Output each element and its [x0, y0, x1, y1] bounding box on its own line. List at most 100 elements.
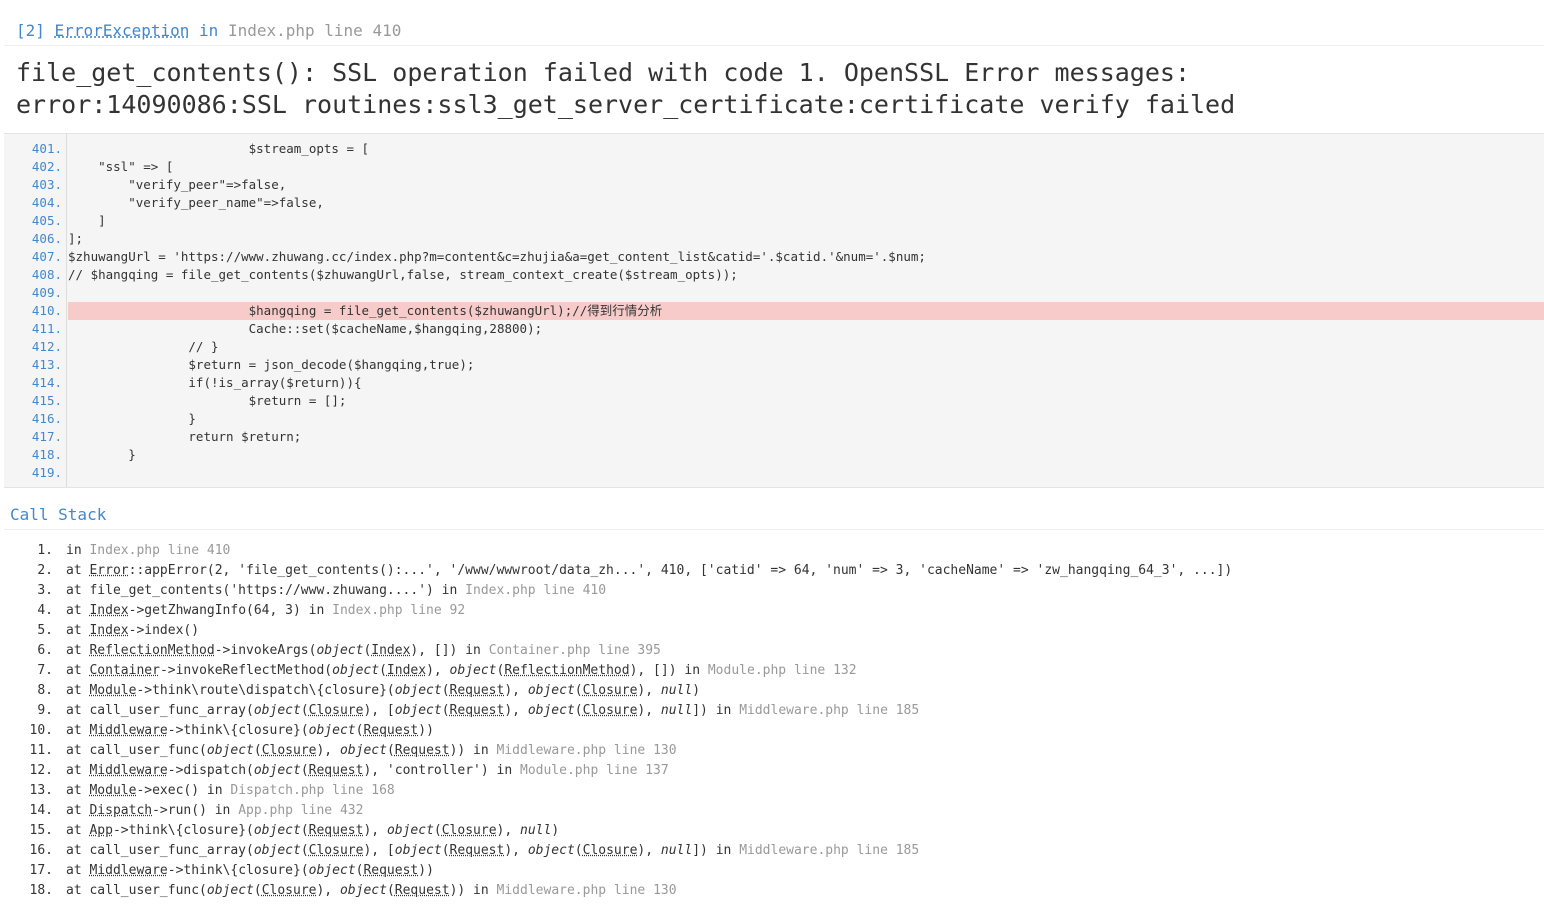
- source-line: 413. $return = json_decode($hangqing,tru…: [4, 356, 1544, 374]
- code-text: // $hangqing = file_get_contents($zhuwan…: [68, 267, 738, 282]
- source-line: 418. }: [4, 446, 1544, 464]
- source-line: 411. Cache::set($cacheName,$hangqing,288…: [4, 320, 1544, 338]
- code-text: $hangqing = file_get_contents($zhuwangUr…: [68, 302, 1544, 320]
- call-stack-text: at call_user_func(object(Closure), objec…: [66, 883, 677, 898]
- line-number: 415.: [31, 393, 62, 408]
- line-number: 414.: [31, 375, 62, 390]
- code-text: return $return;: [68, 429, 302, 444]
- call-stack-text: at call_user_func_array(object(Closure),…: [66, 843, 920, 858]
- line-number: 403.: [31, 177, 62, 192]
- source-line: 415. $return = [];: [4, 392, 1544, 410]
- line-number: 417.: [31, 429, 62, 444]
- call-stack-number: 7.: [37, 663, 53, 678]
- error-message: file_get_contents(): SSL operation faile…: [4, 48, 1544, 134]
- source-line: 401. $stream_opts = [: [4, 140, 1544, 158]
- call-stack-location: Container.php line 395: [488, 643, 661, 658]
- exception-class-link[interactable]: ErrorException: [55, 21, 190, 40]
- line-number: 412.: [31, 339, 62, 354]
- call-stack-number: 16.: [29, 843, 53, 858]
- call-stack-text: at Middleware->dispatch(object(Request),…: [66, 763, 669, 778]
- call-stack-location: Middleware.php line 130: [496, 883, 677, 898]
- call-stack-text: at App->think\{closure}(object(Request),…: [66, 823, 560, 838]
- code-text: $return = json_decode($hangqing,true);: [68, 357, 475, 372]
- call-stack-number: 13.: [29, 783, 53, 798]
- call-stack-text: at Middleware->think\{closure}(object(Re…: [66, 723, 434, 738]
- line-number: 416.: [31, 411, 62, 426]
- call-stack-location: Dispatch.php line 168: [230, 783, 395, 798]
- code-text: $stream_opts = [: [68, 141, 370, 156]
- exception-header: [2] ErrorException in Index.php line 410: [4, 16, 1544, 46]
- code-text: ];: [68, 231, 84, 246]
- exception-line: [2] ErrorException in Index.php line 410: [16, 21, 401, 41]
- call-stack-number: 5.: [37, 623, 53, 638]
- call-stack-class[interactable]: Module: [89, 783, 136, 798]
- source-line: 403. "verify_peer"=>false,: [4, 176, 1544, 194]
- line-number: 406.: [31, 231, 62, 246]
- code-text: Cache::set($cacheName,$hangqing,28800);: [68, 321, 543, 336]
- call-stack-class[interactable]: Container: [89, 663, 159, 678]
- call-stack-class[interactable]: Middleware: [89, 863, 167, 878]
- exception-in-label: in: [199, 21, 219, 40]
- call-stack-item: 6. at ReflectionMethod->invokeArgs(object…: [0, 641, 1544, 661]
- call-stack-item: 8. at Module->think\route\dispatch\{closu…: [0, 681, 1544, 701]
- source-line: 407. $zhuwangUrl = 'https://www.zhuwang.c…: [4, 248, 1544, 266]
- call-stack-class[interactable]: ReflectionMethod: [89, 643, 214, 658]
- line-number: 401.: [31, 141, 62, 156]
- call-stack-number: 17.: [29, 863, 53, 878]
- call-stack-location: Middleware.php line 185: [739, 843, 920, 858]
- line-number: 407.: [31, 249, 62, 264]
- call-stack-number: 18.: [29, 883, 53, 898]
- call-stack-number: 11.: [29, 743, 53, 758]
- call-stack-class[interactable]: Middleware: [89, 723, 167, 738]
- call-stack-item: 10. at Middleware->think\{closure}(object…: [0, 721, 1544, 741]
- call-stack-item: 3. at file_get_contents('https://www.zhuw…: [0, 581, 1544, 601]
- source-code-panel: 401. $stream_opts = [402. "ssl" => [403.…: [4, 134, 1544, 488]
- call-stack-title: Call Stack: [10, 505, 107, 524]
- call-stack-item: 11. at call_user_func(object(Closure), ob…: [0, 741, 1544, 761]
- call-stack-item: 2. at Error::appError(2, 'file_get_conten…: [0, 561, 1544, 581]
- source-line: 408. // $hangqing = file_get_contents($zh…: [4, 266, 1544, 284]
- call-stack-item: 4. at Index->getZhwangInfo(64, 3) in Inde…: [0, 601, 1544, 621]
- code-text: $zhuwangUrl = 'https://www.zhuwang.cc/in…: [68, 249, 926, 264]
- call-stack-item: 12. at Middleware->dispatch(object(Reques…: [0, 761, 1544, 781]
- exception-index: [2]: [16, 21, 45, 40]
- source-line: 406.];: [4, 230, 1544, 248]
- call-stack-text: at Dispatch->run() in App.php line 432: [66, 803, 364, 818]
- call-stack-number: 12.: [29, 763, 53, 778]
- call-stack-item: 14. at Dispatch->run() in App.php line 43…: [0, 801, 1544, 821]
- call-stack-location: Index.php line 410: [89, 543, 231, 558]
- call-stack-class[interactable]: Error: [89, 563, 128, 578]
- line-number: 404.: [31, 195, 62, 210]
- call-stack-text: at Container->invokeReflectMethod(object…: [66, 663, 857, 678]
- error-page: [2] ErrorException in Index.php line 410…: [0, 0, 1544, 909]
- call-stack-number: 9.: [37, 703, 53, 718]
- call-stack-class[interactable]: Index: [89, 603, 128, 618]
- line-number: 409.: [31, 285, 62, 300]
- call-stack-class[interactable]: App: [89, 823, 112, 838]
- source-line: 405. ]: [4, 212, 1544, 230]
- source-line: 419.: [4, 464, 1544, 482]
- call-stack-item: 18. at call_user_func(object(Closure), ob…: [0, 881, 1544, 901]
- call-stack-number: 8.: [37, 683, 53, 698]
- line-number: 413.: [31, 357, 62, 372]
- call-stack-number: 3.: [37, 583, 53, 598]
- error-message-line-2: error:14090086:SSL routines:ssl3_get_ser…: [16, 90, 1236, 119]
- call-stack-class[interactable]: Index: [89, 623, 128, 638]
- call-stack-text: at call_user_func_array(object(Closure),…: [66, 703, 920, 718]
- code-text: "verify_peer"=>false,: [68, 177, 287, 192]
- source-line: 414. if(!is_array($return)){: [4, 374, 1544, 392]
- call-stack-text: in Index.php line 410: [66, 543, 231, 558]
- call-stack-item: 13. at Module->exec() in Dispatch.php lin…: [0, 781, 1544, 801]
- error-message-line-1: file_get_contents(): SSL operation faile…: [16, 58, 1190, 87]
- call-stack-class[interactable]: Middleware: [89, 763, 167, 778]
- call-stack-location: App.php line 432: [238, 803, 364, 818]
- line-number: 418.: [31, 447, 62, 462]
- call-stack-class[interactable]: Dispatch: [89, 803, 152, 818]
- code-text: if(!is_array($return)){: [68, 375, 362, 390]
- code-text: }: [68, 411, 196, 426]
- call-stack-item: 5. at Index->index(): [0, 621, 1544, 641]
- call-stack-location: Module.php line 132: [707, 663, 857, 678]
- call-stack-class[interactable]: Module: [89, 683, 136, 698]
